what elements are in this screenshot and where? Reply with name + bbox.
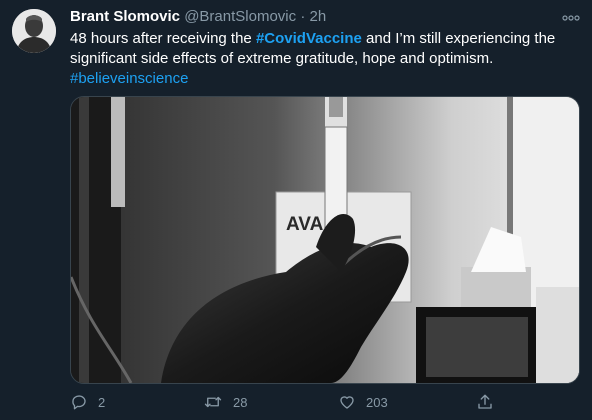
more-icon[interactable] [562,8,580,24]
tweet-header: Brant Slomovic @BrantSlomovic · 2h [70,7,326,27]
share-icon [478,394,492,409]
tweet-photo[interactable]: AVAIL [70,96,580,384]
like-count: 203 [366,394,388,410]
share-button[interactable] [476,393,494,411]
tweet-text: 48 hours after receiving the #CovidVacci… [70,29,580,89]
hashtag-link[interactable]: #believeinscience [70,70,188,87]
like-icon [340,396,354,409]
retweet-count: 28 [233,394,248,410]
reply-button[interactable]: 2 [70,393,105,411]
user-name[interactable]: Brant Slomovic [70,8,180,25]
time-separator: · [300,8,306,25]
reply-count: 2 [98,394,106,410]
avatar-image [12,9,56,53]
tweet-text-part: 48 hours after receiving the [70,30,256,47]
tweet-actions: 2 28 203 [70,393,570,413]
like-button[interactable]: 203 [338,393,388,411]
avatar[interactable] [12,9,56,53]
retweet-icon [204,396,222,408]
user-handle[interactable]: @BrantSlomovic [184,8,296,25]
retweet-button[interactable]: 28 [203,393,247,411]
tweet[interactable]: Brant Slomovic @BrantSlomovic · 2h 48 ho… [0,0,592,420]
reply-icon [72,395,86,410]
vaccine-photo: AVAIL [71,97,579,383]
hashtag-link[interactable]: #CovidVaccine [256,30,362,47]
tweet-time[interactable]: 2h [309,8,326,25]
